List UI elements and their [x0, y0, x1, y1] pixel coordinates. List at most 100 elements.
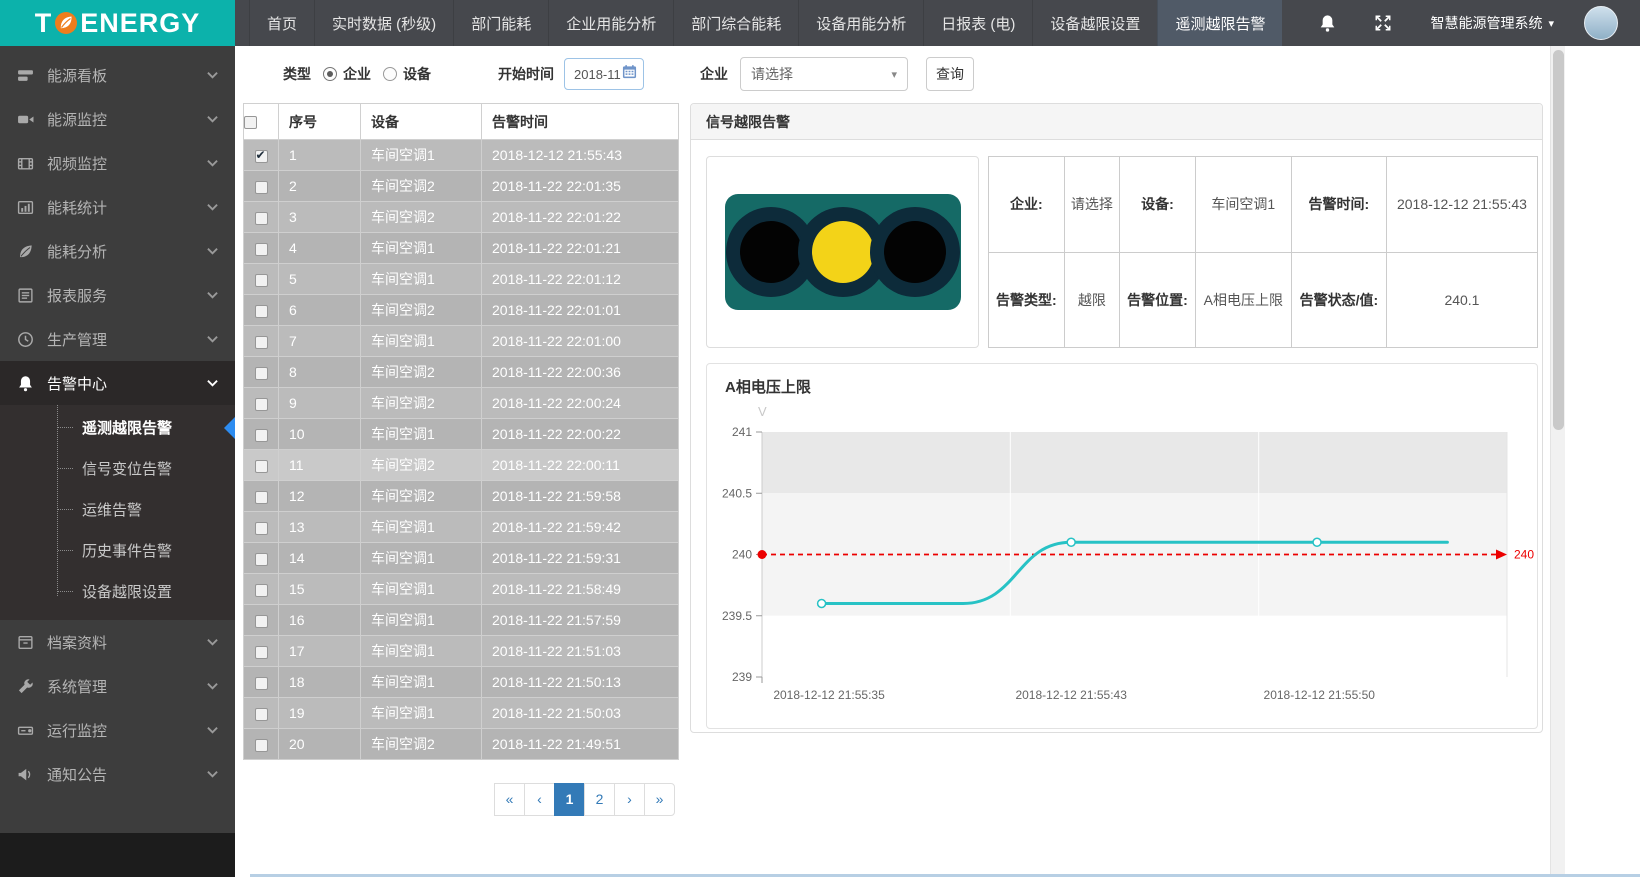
table-row[interactable]: ✔ 12 车间空调2 2018-11-22 21:59:58: [244, 481, 679, 512]
sidebar-item[interactable]: 生产管理: [0, 317, 235, 361]
sidebar-item[interactable]: 系统管理: [0, 664, 235, 708]
page-button[interactable]: »: [644, 783, 675, 816]
sidebar-group: 能耗分析: [0, 229, 235, 273]
page-button[interactable]: 1: [554, 783, 585, 816]
table-row[interactable]: ✔ 9 车间空调2 2018-11-22 22:00:24: [244, 388, 679, 419]
scrollbar-thumb[interactable]: [1553, 50, 1564, 430]
table-row[interactable]: ✔ 15 车间空调1 2018-11-22 21:58:49: [244, 574, 679, 605]
row-checkbox[interactable]: ✔: [255, 150, 268, 163]
sidebar-subitem[interactable]: 运维告警: [0, 489, 235, 530]
sidebar-group: 生产管理: [0, 317, 235, 361]
radio-device[interactable]: 设备: [383, 64, 431, 84]
table-row[interactable]: ✔ 17 车间空调1 2018-11-22 21:51:03: [244, 636, 679, 667]
leaf-icon: [17, 243, 34, 260]
fullscreen-icon[interactable]: [1374, 14, 1392, 32]
table-row[interactable]: ✔ 14 车间空调1 2018-11-22 21:59:31: [244, 543, 679, 574]
top-nav-item[interactable]: 实时数据 (秒级): [314, 0, 453, 46]
table-row[interactable]: ✔ 13 车间空调1 2018-11-22 21:59:42: [244, 512, 679, 543]
row-checkbox[interactable]: ✔: [255, 398, 268, 411]
row-checkbox[interactable]: ✔: [255, 460, 268, 473]
row-checkbox[interactable]: ✔: [255, 305, 268, 318]
info-label: 设备:: [1120, 157, 1196, 253]
row-checkbox[interactable]: ✔: [255, 615, 268, 628]
row-checkbox[interactable]: ✔: [255, 522, 268, 535]
sidebar-item-label: 能耗统计: [47, 197, 207, 218]
table-row[interactable]: ✔ 3 车间空调2 2018-11-22 22:01:22: [244, 202, 679, 233]
top-nav-item[interactable]: 日报表 (电): [923, 0, 1032, 46]
sidebar-item[interactable]: 能耗统计: [0, 185, 235, 229]
row-index: 10: [279, 419, 361, 450]
table-row[interactable]: ✔ 18 车间空调1 2018-11-22 21:50:13: [244, 667, 679, 698]
sidebar-item[interactable]: 报表服务: [0, 273, 235, 317]
sidebar-subitem[interactable]: 设备越限设置: [0, 571, 235, 612]
table-row[interactable]: ✔ 6 车间空调2 2018-11-22 22:01:01: [244, 295, 679, 326]
sidebar-item[interactable]: 告警中心: [0, 361, 235, 405]
sidebar-item[interactable]: 能耗分析: [0, 229, 235, 273]
row-checkbox[interactable]: ✔: [255, 739, 268, 752]
page-button[interactable]: 2: [584, 783, 615, 816]
system-title-dropdown[interactable]: 智慧能源管理系统 ▾: [1430, 13, 1554, 33]
sidebar-item[interactable]: 运行监控: [0, 708, 235, 752]
sidebar-item[interactable]: 能源看板: [0, 53, 235, 97]
page-button[interactable]: «: [494, 783, 525, 816]
table-row[interactable]: ✔ 16 车间空调1 2018-11-22 21:57:59: [244, 605, 679, 636]
query-button[interactable]: 查询: [926, 57, 974, 91]
table-row[interactable]: ✔ 19 车间空调1 2018-11-22 21:50:03: [244, 698, 679, 729]
row-checkbox[interactable]: ✔: [255, 243, 268, 256]
start-time-input[interactable]: 2018-11: [564, 58, 644, 90]
row-checkbox[interactable]: ✔: [255, 212, 268, 225]
row-checkbox[interactable]: ✔: [255, 274, 268, 287]
row-checkbox[interactable]: ✔: [255, 181, 268, 194]
row-checkbox[interactable]: ✔: [255, 708, 268, 721]
col-index: 序号: [279, 104, 361, 140]
top-nav-item[interactable]: 设备用能分析: [798, 0, 923, 46]
film-icon: [17, 155, 34, 172]
vertical-scrollbar[interactable]: [1550, 46, 1565, 877]
row-checkbox[interactable]: ✔: [255, 553, 268, 566]
top-nav-item[interactable]: 企业用能分析: [548, 0, 673, 46]
col-time: 告警时间: [482, 104, 679, 140]
row-checkbox[interactable]: ✔: [255, 429, 268, 442]
radio-icon[interactable]: [383, 67, 397, 81]
page-button[interactable]: ›: [614, 783, 645, 816]
enterprise-select[interactable]: 请选择 ▾: [740, 57, 908, 91]
row-checkbox[interactable]: ✔: [255, 367, 268, 380]
sidebar-subitem[interactable]: 信号变位告警: [0, 448, 235, 489]
sidebar-item[interactable]: 视频监控: [0, 141, 235, 185]
row-checkbox[interactable]: ✔: [255, 677, 268, 690]
sidebar-item[interactable]: 档案资料: [0, 620, 235, 664]
sidebar-item[interactable]: 能源监控: [0, 97, 235, 141]
table-row[interactable]: ✔ 7 车间空调1 2018-11-22 22:01:00: [244, 326, 679, 357]
table-row[interactable]: ✔ 1 车间空调1 2018-12-12 21:55:43: [244, 140, 679, 171]
top-nav-item[interactable]: 部门能耗: [453, 0, 548, 46]
top-nav-item[interactable]: 部门综合能耗: [673, 0, 798, 46]
radio-icon[interactable]: [323, 67, 337, 81]
table-row[interactable]: ✔ 10 车间空调1 2018-11-22 22:00:22: [244, 419, 679, 450]
sidebar-item[interactable]: 通知公告: [0, 752, 235, 796]
row-checkbox[interactable]: ✔: [255, 584, 268, 597]
table-row[interactable]: ✔ 4 车间空调1 2018-11-22 22:01:21: [244, 233, 679, 264]
table-row[interactable]: ✔ 5 车间空调1 2018-11-22 22:01:12: [244, 264, 679, 295]
signal-alarm-panel: 信号越限告警 企业: 请选择 设备: 车间空调1 告警时间: 2018: [690, 103, 1543, 733]
info-value: 越限: [1064, 252, 1119, 348]
top-nav-item[interactable]: 首页: [249, 0, 314, 46]
row-checkbox[interactable]: ✔: [255, 646, 268, 659]
top-nav-item[interactable]: 设备越限设置: [1032, 0, 1157, 46]
page-button[interactable]: ‹: [524, 783, 555, 816]
select-all-checkbox[interactable]: ✔: [244, 116, 257, 129]
sidebar-subitem[interactable]: 历史事件告警: [0, 530, 235, 571]
table-row[interactable]: ✔ 8 车间空调2 2018-11-22 22:00:36: [244, 357, 679, 388]
calendar-icon[interactable]: [622, 64, 637, 84]
table-row[interactable]: ✔ 2 车间空调2 2018-11-22 22:01:35: [244, 171, 679, 202]
row-device: 车间空调2: [361, 171, 482, 202]
top-nav-item[interactable]: 遥测越限告警: [1157, 0, 1282, 46]
radio-enterprise[interactable]: 企业: [323, 64, 371, 84]
row-checkbox[interactable]: ✔: [255, 491, 268, 504]
user-avatar[interactable]: [1584, 6, 1618, 40]
filter-bar: 类型 企业 设备 开始时间 2018-11: [235, 56, 1640, 92]
row-checkbox[interactable]: ✔: [255, 336, 268, 349]
table-row[interactable]: ✔ 20 车间空调2 2018-11-22 21:49:51: [244, 729, 679, 760]
sidebar-subitem[interactable]: 遥测越限告警: [0, 407, 235, 448]
notification-bell-icon[interactable]: [1319, 14, 1336, 33]
table-row[interactable]: ✔ 11 车间空调2 2018-11-22 22:00:11: [244, 450, 679, 481]
